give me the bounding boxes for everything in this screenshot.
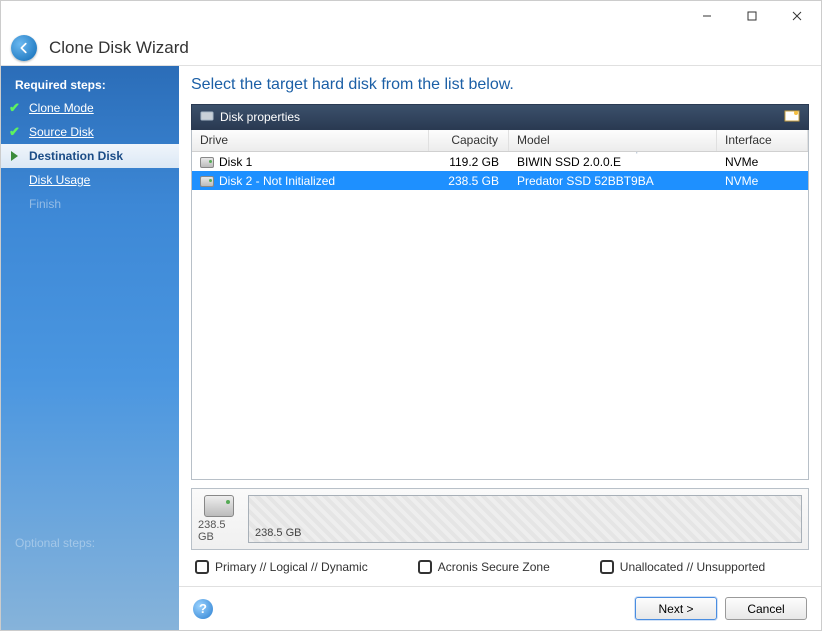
maximize-button[interactable]: [729, 2, 774, 30]
col-interface[interactable]: Interface: [717, 130, 808, 151]
wizard-sidebar: Required steps: ✔Clone Mode ✔Source Disk…: [1, 66, 179, 630]
help-button[interactable]: ?: [193, 599, 213, 619]
legend-secure-zone: Acronis Secure Zone: [418, 560, 550, 574]
col-model[interactable]: Model: [509, 130, 717, 151]
window-titlebar: [1, 1, 821, 31]
hdd-icon: [204, 495, 234, 517]
wizard-header: Clone Disk Wizard: [1, 31, 821, 66]
legend: Primary // Logical // Dynamic Acronis Se…: [191, 550, 809, 580]
wizard-title: Clone Disk Wizard: [49, 38, 189, 58]
check-icon: ✔: [9, 100, 20, 116]
step-finish: Finish: [1, 192, 179, 216]
wizard-footer: ? Next > Cancel: [179, 586, 821, 630]
check-icon: ✔: [9, 124, 20, 140]
disk-map-icon: 238.5 GB: [198, 495, 240, 543]
legend-swatch-green: [195, 560, 209, 574]
panel-title: Disk properties: [220, 110, 300, 124]
step-clone-mode[interactable]: ✔Clone Mode: [1, 96, 179, 120]
disk-table: Drive Capacity Model Interface Window Sn…: [191, 130, 809, 480]
hdd-icon: [200, 176, 214, 187]
hdd-icon: [200, 157, 214, 168]
legend-swatch-blue: [418, 560, 432, 574]
page-instruction: Select the target hard disk from the lis…: [191, 76, 809, 94]
disk-map: 238.5 GB 238.5 GB: [191, 488, 809, 550]
col-drive[interactable]: Drive: [192, 130, 429, 151]
back-button[interactable]: [11, 35, 37, 61]
table-row[interactable]: Disk 2 - Not Initialized 238.5 GB Predat…: [192, 171, 808, 190]
step-destination-disk[interactable]: Destination Disk: [1, 144, 179, 168]
step-source-disk[interactable]: ✔Source Disk: [1, 120, 179, 144]
table-header: Drive Capacity Model Interface: [192, 130, 808, 152]
close-button[interactable]: [774, 2, 819, 30]
col-capacity[interactable]: Capacity: [429, 130, 509, 151]
minimize-button[interactable]: [684, 2, 729, 30]
disk-icon: [200, 110, 214, 125]
sidebar-optional-label: Optional steps:: [15, 536, 95, 550]
legend-unallocated: Unallocated // Unsupported: [600, 560, 765, 574]
sidebar-section-title: Required steps:: [1, 72, 179, 96]
columns-chooser-icon[interactable]: [784, 109, 800, 126]
legend-swatch-hatch: [600, 560, 614, 574]
disk-properties-header: Disk properties: [191, 104, 809, 130]
step-disk-usage[interactable]: Disk Usage: [1, 168, 179, 192]
table-row[interactable]: Disk 1 119.2 GB BIWIN SSD 2.0.0.E NVMe: [192, 152, 808, 171]
next-button[interactable]: Next >: [635, 597, 717, 620]
legend-primary: Primary // Logical // Dynamic: [195, 560, 368, 574]
disk-map-segment[interactable]: 238.5 GB: [248, 495, 802, 543]
wizard-content: Select the target hard disk from the lis…: [179, 66, 821, 630]
cancel-button[interactable]: Cancel: [725, 597, 807, 620]
